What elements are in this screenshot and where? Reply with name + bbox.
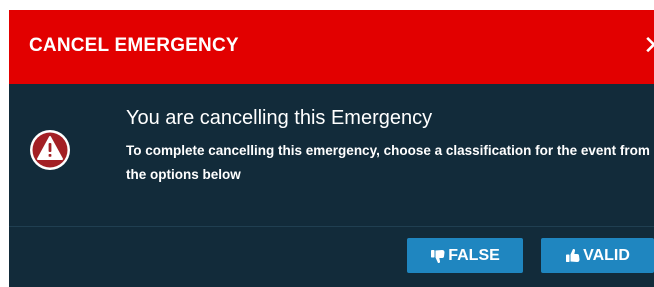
valid-button[interactable]: VALID — [541, 238, 654, 273]
cancel-emergency-dialog: CANCEL EMERGENCY ✕ You are cancelling th… — [9, 10, 654, 287]
thumbs-down-icon — [431, 249, 445, 263]
dialog-title: CANCEL EMERGENCY — [29, 35, 239, 56]
thumbs-up-icon — [566, 248, 580, 262]
message-detail: To complete cancelling this emergency, c… — [126, 143, 650, 182]
message-title: You are cancelling this Emergency — [126, 107, 433, 129]
close-icon[interactable]: ✕ — [643, 32, 654, 58]
dialog-header: CANCEL EMERGENCY ✕ — [9, 10, 654, 84]
warning-triangle-icon — [30, 130, 70, 170]
false-button[interactable]: FALSE — [407, 238, 523, 273]
valid-label: VALID — [583, 246, 630, 264]
footer-divider — [9, 226, 654, 227]
false-label: FALSE — [448, 246, 500, 264]
dialog-body: You are cancelling this Emergency To com… — [9, 84, 654, 235]
